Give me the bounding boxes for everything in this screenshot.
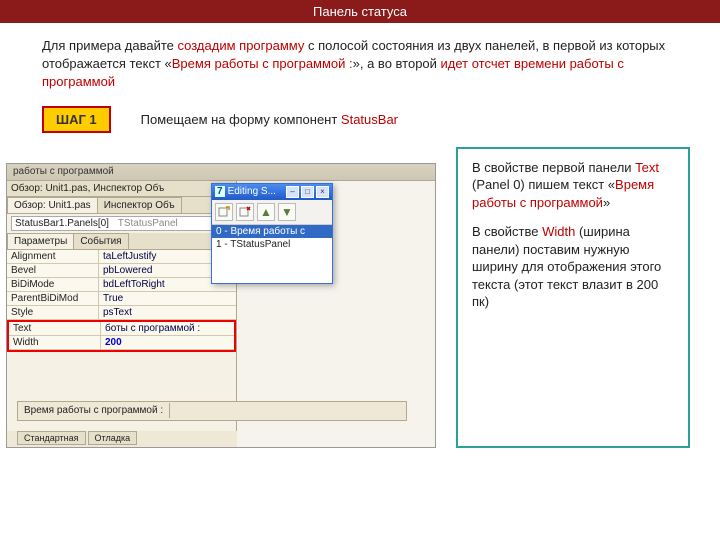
panels-list: 0 - Время работы с 1 - TStatusPanel (212, 225, 332, 283)
panels-editor-popup: 7 Editing S... – □ × ▲ ▼ 0 - Время (211, 183, 333, 284)
inspector-top-tabs: Обзор: Unit1.pas Инспектор Объ (7, 197, 236, 214)
statusbar-preview: Время работы с программой : (17, 401, 407, 421)
step-badge: ШАГ 1 (42, 106, 111, 133)
panel-item-0[interactable]: 0 - Время работы с (212, 225, 332, 238)
tab-obzor[interactable]: Обзор: Unit1.pas (7, 197, 98, 213)
header-title: Панель статуса (313, 4, 407, 19)
tab-inspector[interactable]: Инспектор Объ (97, 197, 182, 213)
prop-row: ParentBiDiModTrue (7, 292, 236, 306)
prop-event-tabs: Параметры События (7, 233, 236, 250)
object-inspector: Обзор: Unit1.pas, Инспектор Объ Обзор: U… (7, 181, 237, 431)
prop-row: BiDiModebdLeftToRight (7, 278, 236, 292)
highlighted-props: Textботы с программой : Width200 (7, 320, 236, 352)
tab-properties[interactable]: Параметры (7, 233, 74, 249)
delete-panel-icon[interactable] (236, 203, 254, 221)
callout-box: В свойстве первой панели Text (Panel 0) … (456, 147, 690, 448)
screenshot: работы с программой Обзор: Unit1.pas, Ин… (6, 163, 436, 448)
object-selector[interactable]: StatusBar1.Panels[0] TStatusPanel (11, 216, 232, 231)
popup-icon: 7 (215, 186, 225, 197)
tab-events[interactable]: События (73, 233, 128, 249)
prop-row-text: Textботы с программой : (9, 322, 234, 336)
move-down-icon[interactable]: ▼ (278, 203, 296, 221)
popup-title: Editing S... (228, 186, 286, 197)
step-text: Помещаем на форму компонент StatusBar (141, 112, 398, 127)
inspector-title: Обзор: Unit1.pas, Инспектор Объ (7, 181, 236, 197)
prop-row: BevelpbLowered (7, 264, 236, 278)
close-icon[interactable]: × (316, 186, 329, 198)
step-row: ШАГ 1 Помещаем на форму компонент Status… (42, 106, 720, 133)
bottom-tab[interactable]: Отладка (88, 431, 138, 445)
panel-item-1[interactable]: 1 - TStatusPanel (212, 238, 332, 251)
prop-row: AlignmenttaLeftJustify (7, 250, 236, 264)
popup-toolbar: ▲ ▼ (212, 200, 332, 225)
prop-row-width: Width200 (9, 336, 234, 350)
move-up-icon[interactable]: ▲ (257, 203, 275, 221)
bottom-tab[interactable]: Стандартная (17, 431, 86, 445)
window-title: работы с программой (7, 164, 435, 181)
intro-text: Для примера давайте создадим программу с… (0, 23, 720, 96)
bottom-tabs: Стандартная Отладка (17, 431, 137, 445)
maximize-icon[interactable]: □ (301, 186, 314, 198)
add-panel-icon[interactable] (215, 203, 233, 221)
slide-header: Панель статуса (0, 0, 720, 23)
minimize-icon[interactable]: – (286, 186, 299, 198)
prop-row: StylepsText (7, 306, 236, 320)
statusbar-panel-0: Время работы с программой : (18, 403, 170, 418)
